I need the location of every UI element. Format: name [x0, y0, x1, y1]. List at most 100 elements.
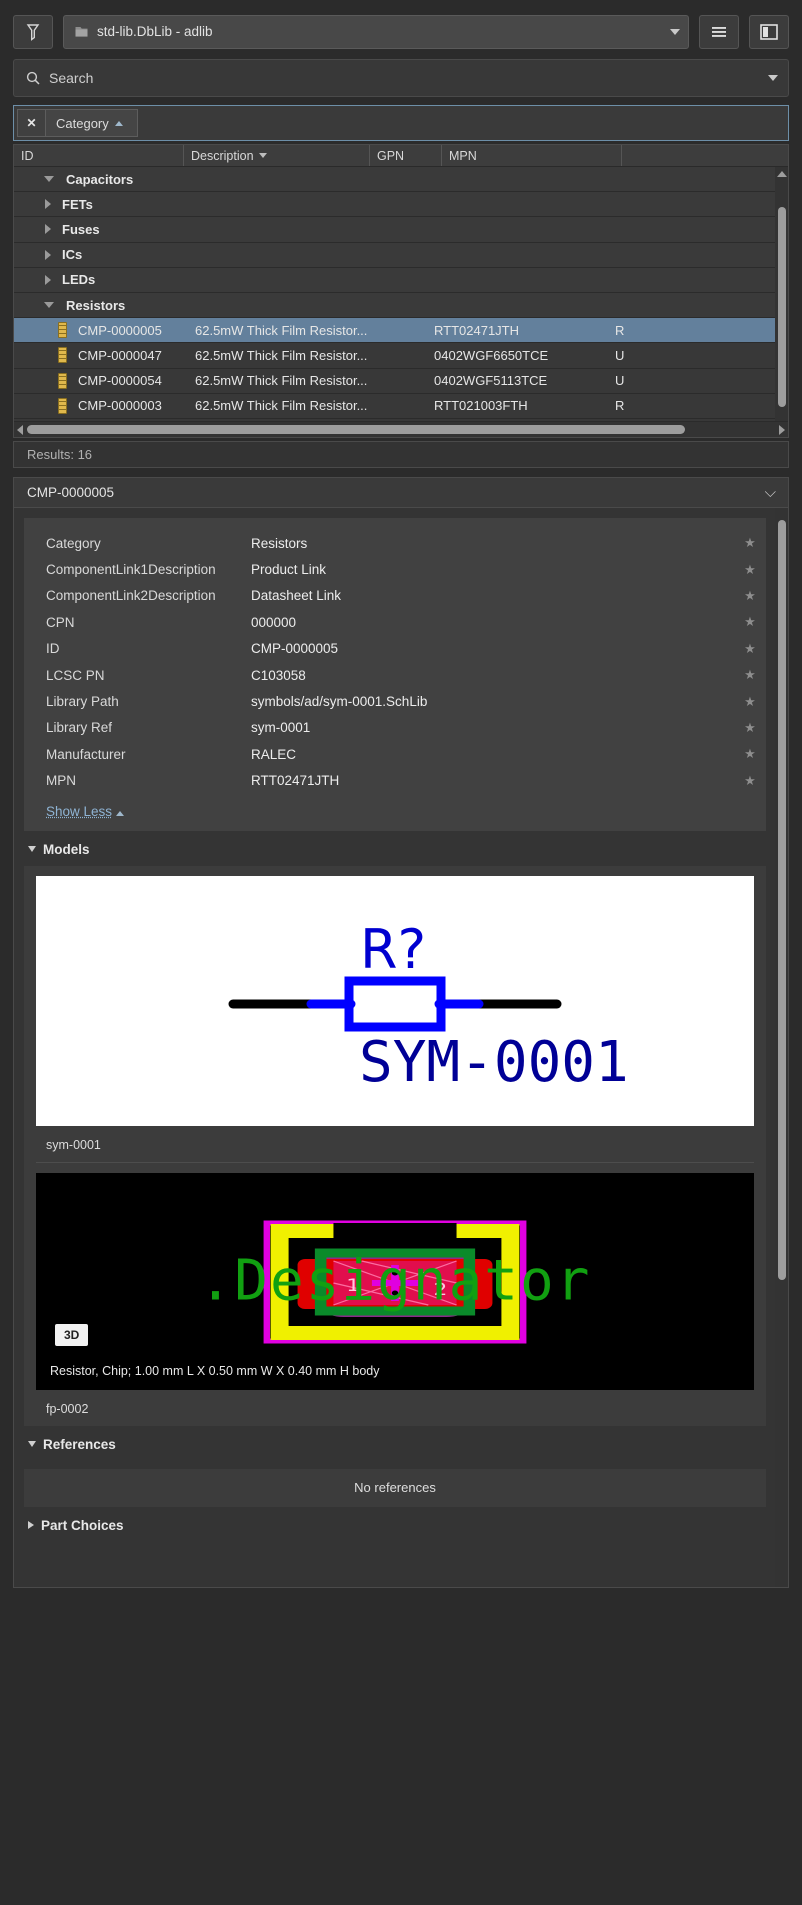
- star-icon[interactable]: ★: [742, 641, 758, 657]
- part-choices-section-header[interactable]: Part Choices: [24, 1507, 766, 1542]
- cell-mpn: 0402WGF6650TCE: [434, 347, 549, 363]
- property-row: CPN 000000 ★: [24, 609, 766, 635]
- triangle-right-icon[interactable]: [45, 249, 51, 260]
- details-scroll-thumb[interactable]: [778, 520, 786, 1280]
- column-header-mpn[interactable]: MPN: [442, 145, 622, 166]
- filter-button[interactable]: [13, 14, 53, 49]
- group-chip-category[interactable]: ✕ Category: [17, 109, 138, 137]
- split-panel-icon: [760, 23, 778, 40]
- horizontal-scroll-thumb[interactable]: [27, 425, 686, 434]
- property-row: MPN RTT02471JTH ★: [24, 768, 766, 794]
- details-panel: Category Resistors ★ ComponentLink1Descr…: [13, 508, 789, 1588]
- grouping-bar[interactable]: ✕ Category: [13, 105, 789, 141]
- table-group-row[interactable]: ICs: [14, 242, 788, 268]
- star-icon[interactable]: ★: [742, 614, 758, 630]
- column-header-extra[interactable]: [622, 145, 788, 166]
- results-table: ID Description GPN MPN Capacitors FETs F…: [13, 144, 789, 438]
- star-icon[interactable]: ★: [742, 694, 758, 710]
- group-chip-text: Category: [56, 115, 109, 131]
- property-value: Resistors: [251, 535, 308, 551]
- table-group-row[interactable]: Fuses: [14, 217, 788, 243]
- footprint-preview[interactable]: 1 2 .Designator 3D Resistor, Chip; 1.00 …: [36, 1172, 754, 1390]
- property-row: Manufacturer RALEC ★: [24, 741, 766, 767]
- column-header-description[interactable]: Description: [184, 145, 370, 166]
- triangle-down-icon[interactable]: [28, 1441, 36, 1448]
- scroll-up-icon[interactable]: [776, 171, 787, 177]
- vertical-scroll-thumb[interactable]: [778, 207, 786, 407]
- star-icon[interactable]: ★: [742, 746, 758, 762]
- column-header-mpn-label: MPN: [449, 148, 477, 163]
- star-icon[interactable]: ★: [742, 667, 758, 683]
- search-bar[interactable]: Search: [13, 59, 789, 97]
- table-row[interactable]: CMP-0000054 62.5mW Thick Film Resistor..…: [14, 368, 788, 394]
- details-content: Category Resistors ★ ComponentLink1Descr…: [14, 508, 788, 1542]
- star-icon[interactable]: ★: [742, 562, 758, 578]
- property-value: RTT02471JTH: [251, 773, 340, 789]
- triangle-down-icon[interactable]: [44, 302, 54, 309]
- star-icon[interactable]: ★: [742, 720, 758, 736]
- group-label: Resistors: [66, 297, 126, 313]
- table-group-row[interactable]: Resistors: [14, 292, 788, 319]
- cell-mpn: 0402WGF5113TCE: [434, 373, 548, 389]
- table-row[interactable]: CMP-0000047 62.5mW Thick Film Resistor..…: [14, 343, 788, 369]
- chevron-down-icon[interactable]: [670, 28, 680, 35]
- close-icon[interactable]: ✕: [18, 110, 46, 136]
- symbol-preview[interactable]: R? SYM-0001: [36, 875, 754, 1126]
- table-row[interactable]: CMP-0000005 62.5mW Thick Film Resistor..…: [14, 318, 788, 344]
- search-input[interactable]: Search: [49, 70, 759, 86]
- table-group-row[interactable]: FETs: [14, 192, 788, 218]
- cell-description: 62.5mW Thick Film Resistor...: [195, 373, 368, 389]
- triangle-right-icon[interactable]: [45, 274, 51, 285]
- property-value: C103058: [251, 667, 306, 683]
- cell-description: 62.5mW Thick Film Resistor...: [195, 322, 368, 338]
- double-chevron-down-icon[interactable]: ⌵: [765, 485, 776, 500]
- triangle-down-icon[interactable]: [44, 176, 54, 183]
- details-header[interactable]: CMP-0000005 ⌵: [13, 477, 789, 508]
- search-chevron-down-icon[interactable]: [768, 75, 778, 81]
- cell-extra: U: [615, 373, 625, 389]
- column-header-gpn[interactable]: GPN: [370, 145, 442, 166]
- top-toolbar: std-lib.DbLib - adlib: [0, 0, 802, 56]
- property-row: LCSC PN C103058 ★: [24, 662, 766, 688]
- models-section-header[interactable]: Models: [24, 831, 766, 866]
- table-horizontal-scrollbar[interactable]: [14, 421, 788, 437]
- cell-id: CMP-0000054: [78, 373, 162, 389]
- view-3d-button[interactable]: 3D: [55, 1323, 89, 1346]
- cell-extra: R: [615, 398, 625, 414]
- table-row[interactable]: CMP-0000013 62.5mW Thick Film Resistor..…: [14, 418, 788, 421]
- toggle-details-panel-button[interactable]: [749, 14, 789, 49]
- table-row[interactable]: CMP-0000003 62.5mW Thick Film Resistor..…: [14, 393, 788, 419]
- footprint-watermark-text: .Designator: [198, 1248, 592, 1314]
- references-empty-label: No references: [354, 1480, 436, 1496]
- star-icon[interactable]: ★: [742, 588, 758, 604]
- details-vertical-scrollbar[interactable]: [775, 508, 788, 1587]
- property-key: LCSC PN: [46, 667, 105, 683]
- triangle-right-icon[interactable]: [28, 1521, 34, 1530]
- scroll-right-icon[interactable]: [779, 424, 785, 435]
- triangle-right-icon[interactable]: [45, 199, 51, 210]
- scroll-left-icon[interactable]: [17, 424, 23, 435]
- property-row: Category Resistors ★: [24, 530, 766, 556]
- property-key: ComponentLink1Description: [46, 562, 216, 578]
- column-header-id[interactable]: ID: [14, 145, 184, 166]
- sort-ascending-icon[interactable]: [114, 120, 123, 126]
- star-icon[interactable]: ★: [742, 535, 758, 551]
- show-less-link[interactable]: Show Less: [46, 804, 112, 819]
- cell-id: CMP-0000047: [78, 347, 162, 363]
- library-icon: [75, 27, 88, 37]
- cell-id: CMP-0000003: [78, 398, 162, 414]
- table-vertical-scrollbar[interactable]: [775, 167, 788, 421]
- triangle-right-icon[interactable]: [45, 224, 51, 235]
- references-section-header[interactable]: References: [24, 1426, 766, 1461]
- table-group-row[interactable]: Capacitors: [14, 167, 788, 193]
- property-value: RALEC: [251, 746, 297, 762]
- library-selector[interactable]: std-lib.DbLib - adlib: [63, 14, 689, 49]
- sort-descending-icon: [258, 153, 267, 158]
- chevron-up-icon[interactable]: [115, 810, 124, 816]
- menu-button[interactable]: [699, 14, 739, 49]
- horizontal-scroll-track[interactable]: [27, 425, 775, 434]
- results-count-bar: Results: 16: [13, 441, 789, 468]
- star-icon[interactable]: ★: [742, 773, 758, 789]
- triangle-down-icon[interactable]: [28, 846, 36, 853]
- table-group-row[interactable]: LEDs: [14, 267, 788, 293]
